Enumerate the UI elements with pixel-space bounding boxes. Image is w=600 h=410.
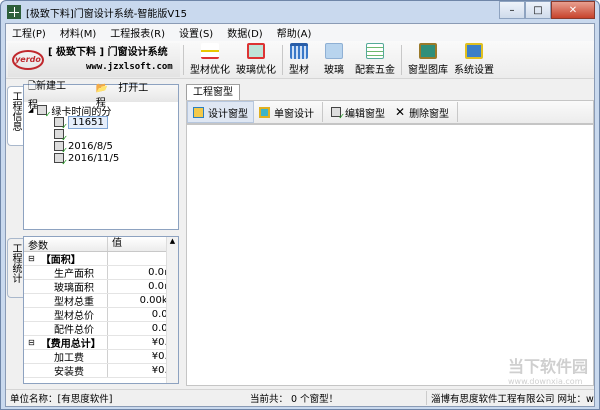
folder-icon: 📂 bbox=[95, 82, 109, 94]
window-library-button[interactable]: 窗型图库 bbox=[408, 43, 448, 76]
status-company: 淄博有思度软件工程有限公司 网址：www.jzx bbox=[426, 391, 594, 405]
title-bar: [极致下料]门窗设计系统-智能版V15 – □ ✕ bbox=[1, 1, 599, 23]
system-settings-button[interactable]: 系统设置 bbox=[454, 43, 494, 76]
calendar-icon bbox=[290, 43, 308, 59]
table-icon bbox=[366, 43, 384, 59]
brand-logo: yerdo bbox=[12, 49, 44, 70]
edit-icon bbox=[331, 107, 345, 121]
edit-window-button[interactable]: 编辑窗型 bbox=[326, 101, 390, 123]
menu-material[interactable]: 材料(M) bbox=[60, 25, 96, 40]
glass-icon bbox=[325, 43, 343, 59]
app-window: [极致下料]门窗设计系统-智能版V15 – □ ✕ 工程(P) 材料(M) 工程… bbox=[0, 0, 600, 410]
app-icon bbox=[7, 5, 21, 19]
param-name: 【面积】 bbox=[40, 255, 81, 266]
header-param: 参数 bbox=[24, 237, 108, 252]
profile-button[interactable]: 型材 bbox=[289, 43, 309, 76]
param-name: 生产面积 bbox=[54, 269, 94, 280]
menu-help[interactable]: 帮助(A) bbox=[277, 25, 312, 40]
design-window-button[interactable]: 设计窗型 bbox=[187, 101, 254, 123]
minimize-button[interactable]: – bbox=[499, 1, 525, 19]
param-name: 【费用总计】 bbox=[40, 339, 101, 350]
menu-data[interactable]: 数据(D) bbox=[227, 25, 263, 40]
tree-item[interactable]: 2016/11/5 bbox=[28, 152, 174, 167]
tab-project-stats[interactable]: 工程统计 bbox=[7, 238, 23, 298]
profile-optimize-button[interactable]: 型材优化 bbox=[190, 43, 230, 76]
tree-root[interactable]: ◢绿卡时间的分 bbox=[28, 104, 174, 119]
menu-bar: 工程(P) 材料(M) 工程报表(R) 设置(S) 数据(D) 帮助(A) bbox=[6, 24, 594, 41]
main-toolbar: yerdo [ 极致下料 ] 门窗设计系统 www.jzxlsoft.com 型材… bbox=[6, 41, 594, 79]
collapse-icon[interactable]: ⊟ bbox=[28, 254, 35, 263]
stats-row[interactable]: 加工费 ¥0.0 bbox=[24, 350, 178, 364]
collapse-icon[interactable]: ⊟ bbox=[28, 338, 35, 347]
stats-row[interactable]: ⊟ 【费用总计】 ¥0.0 bbox=[24, 336, 178, 350]
status-count: 当前共： 0 个窗型！ bbox=[250, 394, 339, 405]
stats-row[interactable]: 玻璃面积 0.0㎡ bbox=[24, 280, 178, 294]
project-panel: 🗋新建工程 📂打开工程 ◢绿卡时间的分 11651 2016/8/5 2016/… bbox=[23, 81, 179, 230]
window-icon bbox=[54, 153, 68, 167]
brand-url: www.jzxlsoft.com bbox=[86, 61, 173, 72]
stats-row[interactable]: 配件总价 0.00 bbox=[24, 322, 178, 336]
tree-item[interactable] bbox=[28, 128, 174, 143]
status-bar: 单位名称：[有思度软件] 当前共： 0 个窗型！ 淄博有思度软件工程有限公司 网… bbox=[6, 389, 594, 406]
hardware-button[interactable]: 配套五金 bbox=[355, 43, 395, 76]
vertical-scrollbar[interactable]: ▲ bbox=[166, 237, 178, 383]
stats-grid: 参数值 ⊟ 【面积】 生产面积 0.0㎡ 玻璃面积 0.0㎡ 型材总重 0.00kg 型材总价 0… bbox=[23, 236, 179, 384]
tab-project-info[interactable]: 工程信息 bbox=[7, 86, 23, 146]
stats-row[interactable]: 生产面积 0.0㎡ bbox=[24, 266, 178, 280]
param-name: 型材总价 bbox=[54, 311, 94, 322]
menu-project[interactable]: 工程(P) bbox=[12, 25, 46, 40]
window-toolbar: 设计窗型 单窗设计 编辑窗型 ✕删除窗型 bbox=[186, 100, 594, 124]
param-name: 加工费 bbox=[54, 353, 84, 364]
window-icon bbox=[37, 105, 51, 119]
window-library-icon bbox=[419, 43, 437, 59]
delete-icon: ✕ bbox=[395, 105, 406, 119]
param-name: 安装费 bbox=[54, 367, 84, 378]
param-name: 型材总重 bbox=[54, 297, 94, 308]
maximize-button[interactable]: □ bbox=[525, 1, 551, 19]
glass-optimize-button[interactable]: 玻璃优化 bbox=[236, 43, 276, 76]
brand: yerdo [ 极致下料 ] 门窗设计系统 www.jzxlsoft.com bbox=[8, 42, 180, 77]
window-icon bbox=[54, 117, 68, 131]
status-unit: 单位名称：[有思度软件] bbox=[10, 394, 113, 405]
monitor-icon bbox=[465, 43, 483, 59]
param-name: 配件总价 bbox=[54, 325, 94, 336]
watermark: 当下软件园 www.downxia.com bbox=[507, 357, 588, 386]
glass-optimize-icon bbox=[247, 43, 265, 59]
menu-report[interactable]: 工程报表(R) bbox=[110, 25, 165, 40]
window-icon bbox=[54, 141, 68, 155]
profile-optimize-icon bbox=[201, 43, 219, 59]
menu-settings[interactable]: 设置(S) bbox=[179, 25, 213, 40]
tree-item[interactable]: 2016/8/5 bbox=[28, 140, 174, 155]
param-name: 玻璃面积 bbox=[54, 283, 94, 294]
stats-row[interactable]: ⊟ 【面积】 bbox=[24, 252, 178, 266]
window-icon bbox=[259, 106, 270, 118]
stats-row[interactable]: 型材总价 0.00 bbox=[24, 308, 178, 322]
delete-window-button[interactable]: ✕ 删除窗型 bbox=[390, 101, 454, 123]
single-window-button[interactable]: 单窗设计 bbox=[254, 101, 319, 123]
project-tree: ◢绿卡时间的分 11651 2016/8/5 2016/11/5 bbox=[24, 102, 178, 167]
design-icon bbox=[193, 106, 204, 118]
window-list-area[interactable] bbox=[186, 124, 594, 386]
close-button[interactable]: ✕ bbox=[551, 1, 595, 19]
stats-row[interactable]: 安装费 ¥0.0 bbox=[24, 364, 178, 378]
glass-button[interactable]: 玻璃 bbox=[324, 43, 344, 76]
brand-name: [ 极致下料 ] 门窗设计系统 bbox=[48, 46, 168, 58]
window-title: [极致下料]门窗设计系统-智能版V15 bbox=[26, 8, 187, 20]
tab-project-windows[interactable]: 工程窗型 bbox=[186, 84, 240, 100]
window-icon bbox=[54, 129, 68, 143]
stats-row[interactable]: 型材总重 0.00kg bbox=[24, 294, 178, 308]
